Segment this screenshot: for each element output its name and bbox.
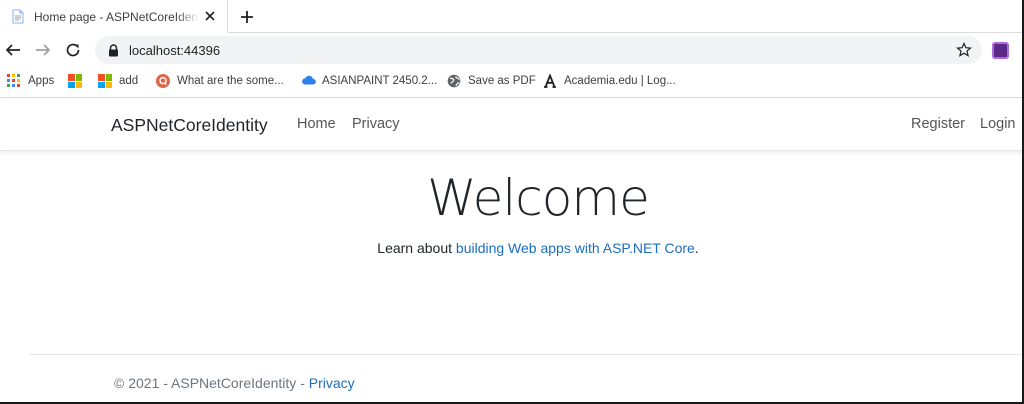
bookmark-add[interactable]: add [98,72,138,90]
new-tab-icon[interactable] [238,8,256,26]
site-brand-link[interactable]: ASPNetCoreIdentity [111,115,268,136]
lock-icon [108,43,120,57]
tab-title: Home page - ASPNetCoreIdentity [34,9,200,24]
footer-privacy-link[interactable]: Privacy [309,375,355,391]
back-arrow-icon[interactable] [4,41,22,59]
microsoft-logo-icon [98,74,112,88]
extension-icon[interactable] [992,42,1009,59]
bookmark-save-as-pdf[interactable]: Save as PDF [447,72,536,90]
address-bar[interactable]: localhost:44396 [95,36,982,64]
quora-icon [156,74,170,88]
cloud-icon [301,74,316,88]
nav-privacy-link[interactable]: Privacy [352,116,400,132]
bookmark-label: add [119,75,139,87]
bookmark-apps[interactable]: Apps [7,72,54,90]
aspnet-core-docs-link[interactable]: building Web apps with ASP.NET Core [456,240,695,256]
microsoft-logo-icon [68,74,82,88]
learn-prefix: Learn about [377,240,456,256]
bookmark-academia[interactable]: Academia.edu | Log... [543,72,676,90]
page-favicon-icon [11,9,25,25]
browser-window: Home page - ASPNetCoreIdentity localhost… [0,0,1024,404]
nav-home-link[interactable]: Home [297,116,336,132]
url-text: localhost:44396 [129,42,221,58]
tab-strip: Home page - ASPNetCoreIdentity [0,0,1022,33]
academia-icon [543,73,557,88]
nav-login-link[interactable]: Login [980,116,1015,132]
globe-icon [447,74,461,88]
nav-register-link[interactable]: Register [911,116,965,132]
forward-arrow-icon[interactable] [34,41,52,59]
reload-icon[interactable] [64,41,82,59]
bookmark-label: ASIANPAINT 2450.2... [322,75,438,87]
bookmark-label: Apps [28,75,55,87]
browser-toolbar: localhost:44396 [0,33,1022,67]
site-footer: © 2021 - ASPNetCoreIdentity - Privacy [114,375,355,391]
welcome-heading: Welcome [427,169,650,227]
footer-copyright: © 2021 - ASPNetCoreIdentity - [114,375,309,391]
learn-suffix: . [694,240,699,256]
site-navbar: ASPNetCoreIdentity Home Privacy Register… [0,98,1022,151]
bookmark-quora[interactable]: What are the some... [156,72,284,90]
bookmark-label: Academia.edu | Log... [564,75,676,87]
bookmarks-bar: Apps add What are the some... ASIANPAINT… [0,67,1022,95]
bookmark-star-icon[interactable] [956,42,972,58]
bookmark-asianpaint[interactable]: ASIANPAINT 2450.2... [301,72,437,90]
learn-about-text: Learn about building Web apps with ASP.N… [0,240,1022,256]
close-tab-icon[interactable] [203,9,217,23]
apps-grid-icon [7,74,21,88]
bookmark-label: What are the some... [177,75,284,87]
tab-home-page[interactable]: Home page - ASPNetCoreIdentity [0,0,228,33]
footer-divider [30,354,1022,355]
bookmark-label: Save as PDF [468,75,536,87]
bookmark-microsoft[interactable] [68,72,89,90]
